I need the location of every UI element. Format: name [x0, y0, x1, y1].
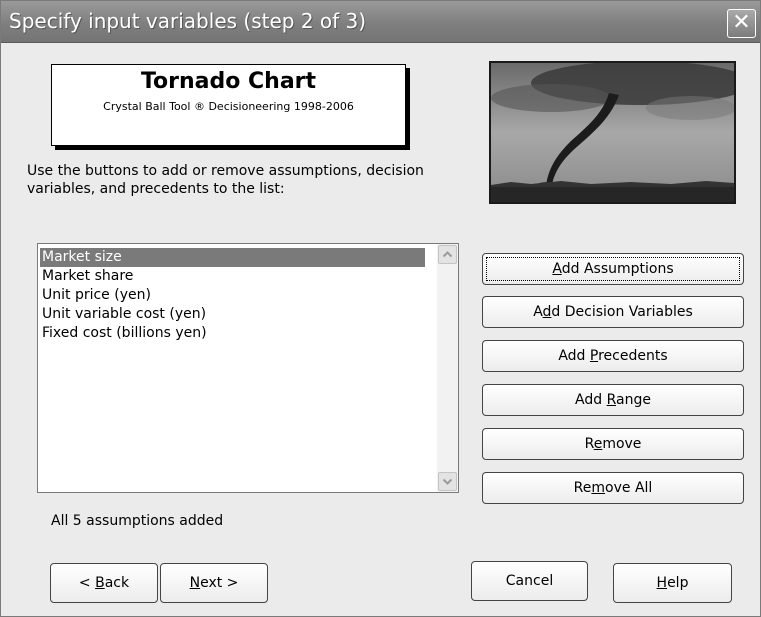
- button-label: Add: [575, 392, 607, 408]
- window-title: Specify input variables (step 2 of 3): [9, 9, 367, 33]
- close-icon: ✕: [732, 10, 751, 35]
- button-accelerator: H: [656, 575, 668, 591]
- button-label: move: [602, 436, 642, 452]
- add-range-button[interactable]: Add Range: [482, 384, 744, 416]
- remove-button[interactable]: Remove: [482, 428, 744, 460]
- variables-listbox[interactable]: Market size Market share Unit price (yen…: [37, 243, 459, 493]
- button-label: ange: [616, 392, 651, 408]
- logo-subtitle: Crystal Ball Tool ® Decisioneering 1998-…: [103, 100, 354, 113]
- button-label: A: [533, 304, 543, 320]
- tornado-icon: [491, 63, 734, 202]
- tornado-image: [489, 61, 736, 204]
- tornado-chart-logo: Tornado Chart Crystal Ball Tool ® Decisi…: [51, 64, 406, 146]
- cancel-button[interactable]: Cancel: [471, 561, 588, 601]
- button-label: R: [584, 436, 594, 452]
- button-label: ext >: [200, 575, 239, 591]
- list-item-unit-price[interactable]: Unit price (yen): [40, 286, 425, 305]
- button-label: ove All: [605, 480, 653, 496]
- scroll-down-button[interactable]: [438, 472, 457, 491]
- remove-all-button[interactable]: Remove All: [482, 472, 744, 504]
- next-button[interactable]: Next >: [160, 563, 268, 603]
- button-accelerator: B: [95, 575, 105, 591]
- logo-title: Tornado Chart: [140, 69, 317, 94]
- button-label: Re: [573, 480, 592, 496]
- close-button[interactable]: ✕: [727, 9, 756, 38]
- chevron-down-icon: [442, 478, 453, 485]
- dialog-window: Specify input variables (step 2 of 3) ✕ …: [0, 0, 761, 617]
- button-accelerator: A: [552, 261, 562, 277]
- button-label: dd Assumptions: [561, 261, 674, 277]
- button-accelerator: P: [589, 348, 599, 364]
- button-label: elp: [667, 575, 689, 591]
- list-item-unit-variable-cost[interactable]: Unit variable cost (yen): [40, 305, 425, 324]
- list-item-market-share[interactable]: Market share: [40, 267, 425, 286]
- button-accelerator: m: [591, 480, 606, 496]
- add-assumptions-button[interactable]: Add Assumptions: [482, 253, 744, 285]
- list-item-market-size[interactable]: Market size: [40, 248, 425, 267]
- chevron-up-icon: [442, 251, 453, 258]
- button-label: recedents: [598, 348, 668, 364]
- status-text: All 5 assumptions added: [51, 513, 224, 529]
- title-bar[interactable]: Specify input variables (step 2 of 3) ✕: [1, 1, 760, 43]
- list-scrollbar[interactable]: [437, 244, 458, 492]
- instructions-text: Use the buttons to add or remove assumpt…: [27, 163, 424, 197]
- button-accelerator: R: [606, 392, 617, 408]
- button-label: Add: [558, 348, 590, 364]
- help-button[interactable]: Help: [613, 563, 732, 603]
- list-item-fixed-cost[interactable]: Fixed cost (billions yen): [40, 324, 425, 343]
- add-decision-variables-button[interactable]: Add Decision Variables: [482, 296, 744, 328]
- add-precedents-button[interactable]: Add Precedents: [482, 340, 744, 372]
- button-label: ack: [104, 575, 130, 591]
- button-label: d Decision Variables: [551, 304, 693, 320]
- button-accelerator: N: [189, 575, 201, 591]
- back-button[interactable]: < Back: [50, 563, 158, 603]
- button-label: <: [78, 575, 96, 591]
- scroll-up-button[interactable]: [438, 245, 457, 264]
